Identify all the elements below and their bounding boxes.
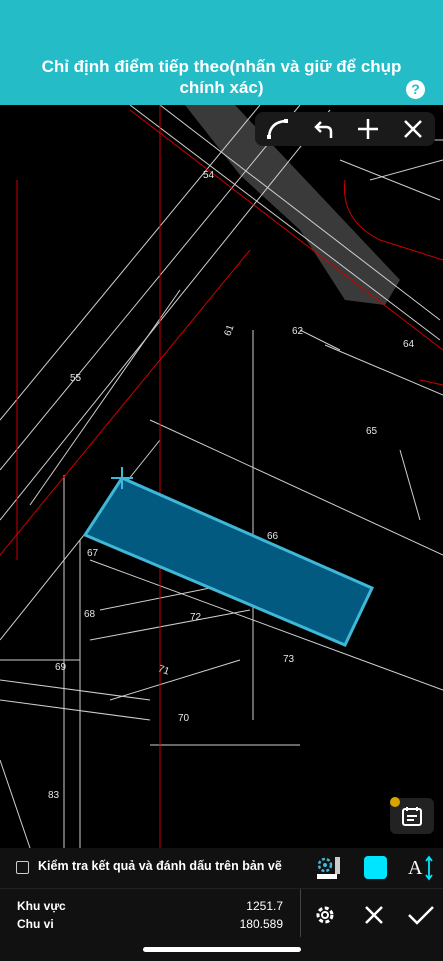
text-size-icon[interactable]: A [407,853,435,883]
parcel-label: 64 [403,339,415,350]
cancel-icon[interactable] [362,903,386,927]
header-bar: Chỉ định điểm tiếp theo(nhấn và giữ để c… [0,0,443,105]
help-icon[interactable]: ? [406,80,425,99]
close-icon [403,120,422,138]
parcel-label: 68 [84,609,96,620]
add-point-button[interactable] [351,114,385,144]
settings-ruler-icon[interactable] [314,854,342,880]
confirm-icon[interactable] [407,903,435,927]
home-indicator [143,947,301,952]
map-canvas[interactable]: 54 61 62 64 55 65 66 67 68 72 69 71 73 7… [0,105,443,848]
area-value: 1251.7 [246,899,283,913]
parcel-lines [0,105,443,848]
parcel-label: 66 [267,531,279,542]
drawing-toolbar [255,112,435,146]
perimeter-label: Chu vi [17,917,54,931]
parcel-label: 65 [366,426,378,437]
parcel-label: 70 [178,713,190,724]
divider [300,889,301,937]
area-label: Khu vực [17,899,66,913]
parcel-label: 73 [283,654,295,665]
undo-icon [313,121,332,138]
color-swatch[interactable] [364,856,387,879]
verify-row: Kiểm tra kết quả và đánh dấu trên bản vẽ… [0,848,443,888]
parcel-label: 72 [190,612,202,623]
selected-parcel [82,476,375,647]
instruction-title: Chỉ định điểm tiếp theo(nhấn và giữ để c… [41,57,402,97]
arc-icon [266,119,288,139]
verify-label[interactable]: Kiểm tra kết quả và đánh dấu trên bản vẽ [38,859,300,873]
plus-icon [357,119,378,139]
undo-button[interactable] [306,114,340,144]
parcel-label: 62 [292,326,304,337]
parcel-label: 69 [55,662,67,673]
parcel-label: 55 [70,373,82,384]
parcel-label: 83 [48,790,60,801]
svg-text:A: A [408,857,423,879]
perimeter-value: 180.589 [239,917,283,931]
calendar-icon [402,807,422,826]
notification-badge [390,797,400,807]
close-toolbar-button[interactable] [396,114,430,144]
verify-checkbox[interactable] [16,861,29,874]
map-drawing [0,105,443,848]
boundary-lines [0,105,443,848]
gear-icon[interactable] [313,903,337,927]
parcel-label: 67 [87,548,99,559]
parcel-label: 54 [203,170,215,181]
arc-button[interactable] [261,114,295,144]
